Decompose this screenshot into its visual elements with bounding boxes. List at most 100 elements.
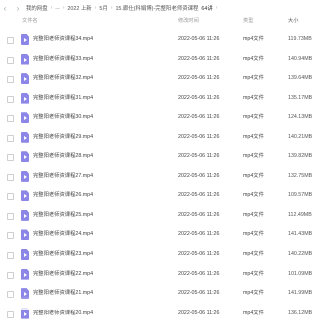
file-time: 2022-05-06 11:26 [178,94,220,101]
table-row[interactable]: 完整阳老师资课程20.mp4 2022-05-06 11:26 mp4文件 136.1… [0,304,333,323]
table-row[interactable]: 完整阳老师资课程27.mp4 2022-05-06 11:26 mp4文件 132.7… [0,167,333,187]
file-time: 2022-05-06 11:26 [178,75,220,82]
video-file-icon [21,307,29,319]
video-file-icon [21,190,29,202]
table-row[interactable]: 完整阳老师资课程29.mp4 2022-05-06 11:26 mp4文件 140.2… [0,128,333,148]
file-type: mp4文件 [243,309,264,316]
file-size: 124.13MB [288,114,313,121]
file-type: mp4文件 [243,36,264,42]
row-checkbox[interactable] [7,76,14,84]
row-checkbox[interactable] [7,134,14,142]
file-name[interactable]: 完整阳老师资课程23.mp4 [33,245,93,265]
chevron-right-icon: › [50,5,53,11]
file-name[interactable]: 完整阳老师资课程21.mp4 [33,284,93,304]
row-checkbox[interactable] [7,232,14,240]
file-time: 2022-05-06 11:26 [178,55,220,62]
row-checkbox[interactable] [7,115,14,123]
video-file-icon [21,92,29,104]
file-type: mp4文件 [243,290,264,297]
row-checkbox[interactable] [7,212,14,220]
back-icon[interactable]: ‹ [0,2,10,14]
breadcrumb-folder-2022[interactable]: 2022 上新 [67,4,91,12]
file-time: 2022-05-06 11:26 [178,172,220,179]
file-name[interactable]: 完整阳老师资课程31.mp4 [33,89,93,109]
table-row[interactable]: 完整阳老师资课程34.mp4 2022-05-06 11:26 mp4文件 119.7… [0,30,333,50]
table-row[interactable]: 完整阳老师资课程26.mp4 2022-05-06 11:26 mp4文件 109.5… [0,186,333,206]
file-name[interactable]: 完整阳老师资课程29.mp4 [33,128,93,148]
column-size[interactable]: 大小 [288,16,298,26]
file-size: 136.12MB [288,309,313,316]
breadcrumb-root[interactable]: 我的网盘 [26,4,48,12]
file-name[interactable]: 完整阳老师资课程28.mp4 [33,147,93,167]
file-type: mp4文件 [243,172,264,179]
video-file-icon [21,112,29,124]
row-checkbox[interactable] [7,193,14,201]
row-checkbox[interactable] [7,56,14,64]
table-row[interactable]: 完整阳老师资课程21.mp4 2022-05-06 11:26 mp4文件 141.9… [0,284,333,304]
breadcrumb-folder-course[interactable]: 15.廊仕(科娟博)-完整阳老师资课程 [115,4,198,12]
row-checkbox[interactable] [7,271,14,279]
table-row[interactable]: 完整阳老师资课程28.mp4 2022-05-06 11:26 mp4文件 139.8… [0,147,333,167]
file-time: 2022-05-06 11:26 [178,153,220,160]
table-row[interactable]: 完整阳老师资课程31.mp4 2022-05-06 11:26 mp4文件 135.1… [0,89,333,109]
file-time: 2022-05-06 11:26 [178,36,220,42]
table-row[interactable]: 完整阳老师资课程22.mp4 2022-05-06 11:26 mp4文件 101.0… [0,265,333,285]
video-file-icon [21,229,29,241]
video-file-icon [21,288,29,300]
breadcrumb-folder-may[interactable]: 5月 [99,4,107,12]
file-size: 119.73MB [288,36,312,42]
chevron-right-icon: › [62,5,65,11]
column-name[interactable]: 文件名 [22,16,38,26]
file-time: 2022-05-06 11:26 [178,251,220,258]
file-name[interactable]: 完整阳老师资课程32.mp4 [33,69,93,89]
column-type[interactable]: 类型 [243,16,253,26]
row-checkbox[interactable] [7,95,14,103]
breadcrumb: ‹ › 我的网盘 › ... › 2022 上新 › 5月 › 15.廊仕(科娟… [0,0,333,16]
file-name[interactable]: 完整阳老师资课程34.mp4 [33,30,93,50]
table-row[interactable]: 完整阳老师资课程32.mp4 2022-05-06 11:26 mp4文件 139.6… [0,69,333,89]
file-type: mp4文件 [243,75,264,82]
file-name[interactable]: 完整阳老师资课程22.mp4 [33,265,93,285]
table-row[interactable]: 完整阳老师资课程23.mp4 2022-05-06 11:26 mp4文件 140.2… [0,245,333,265]
file-type: mp4文件 [243,251,264,258]
file-time: 2022-05-06 11:26 [178,114,220,121]
row-checkbox[interactable] [7,291,14,299]
file-size: 112.49MB [288,211,312,218]
video-file-icon [21,249,29,261]
file-size: 132.75MB [288,172,313,179]
file-name[interactable]: 完整阳老师资课程25.mp4 [33,206,93,226]
file-type: mp4文件 [243,55,264,62]
file-time: 2022-05-06 11:26 [178,192,220,199]
file-type: mp4文件 [243,270,264,277]
file-name[interactable]: 完整阳老师资课程33.mp4 [33,50,93,70]
file-list: 完整阳老师资课程34.mp4 2022-05-06 11:26 mp4文件 119.7… [0,30,333,323]
video-file-icon [21,268,29,280]
column-time[interactable]: 修改时间 [178,16,199,26]
file-time: 2022-05-06 11:26 [178,211,220,218]
table-row[interactable]: 完整阳老师资课程25.mp4 2022-05-06 11:26 mp4文件 112.4… [0,206,333,226]
row-checkbox[interactable] [7,154,14,162]
video-file-icon [21,151,29,163]
row-checkbox[interactable] [7,310,14,318]
table-row[interactable]: 完整阳老师资课程30.mp4 2022-05-06 11:26 mp4文件 124.1… [0,108,333,128]
file-size: 141.43MB [288,231,313,238]
file-time: 2022-05-06 11:26 [178,270,220,277]
video-file-icon [21,73,29,85]
file-name[interactable]: 完整阳老师资课程30.mp4 [33,108,93,128]
table-row[interactable]: 完整阳老师资课程33.mp4 2022-05-06 11:26 mp4文件 140.9… [0,50,333,70]
file-time: 2022-05-06 11:26 [178,309,220,316]
row-checkbox[interactable] [7,37,14,44]
file-size: 140.94MB [288,55,313,62]
file-size: 135.17MB [288,94,313,101]
breadcrumb-ellipsis[interactable]: ... [55,5,60,11]
table-header: 文件名 修改时间 类型 大小 [0,16,333,26]
file-size: 109.57MB [288,192,313,199]
table-row[interactable]: 完整阳老师资课程24.mp4 2022-05-06 11:26 mp4文件 141.4… [0,225,333,245]
forward-icon[interactable]: › [13,2,23,14]
file-name[interactable]: 完整阳老师资课程27.mp4 [33,167,93,187]
file-name[interactable]: 完整阳老师资课程24.mp4 [33,225,93,245]
row-checkbox[interactable] [7,252,14,260]
file-name[interactable]: 完整阳老师资课程26.mp4 [33,186,93,206]
row-checkbox[interactable] [7,173,14,181]
file-name[interactable]: 完整阳老师资课程20.mp4 [33,304,93,323]
